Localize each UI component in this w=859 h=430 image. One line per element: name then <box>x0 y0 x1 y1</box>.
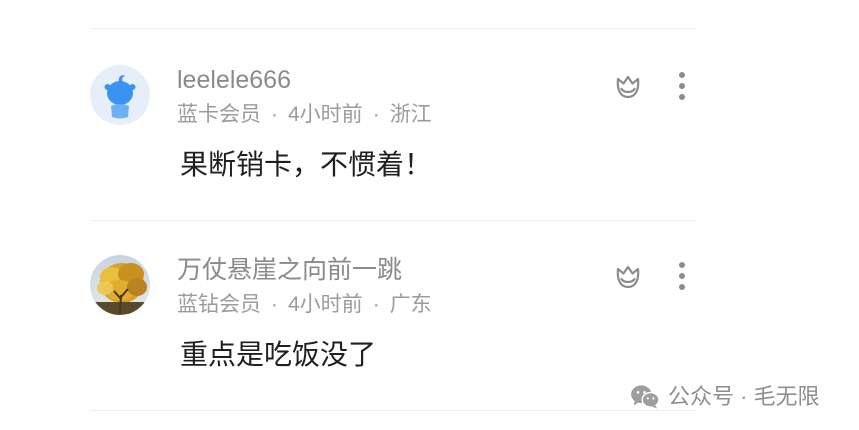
more-vertical-icon <box>679 72 685 100</box>
comment-meta: 蓝卡会员 · 4小时前 · 浙江 <box>177 101 432 129</box>
watermark-text: 公众号 · 毛无限 <box>668 384 820 409</box>
meta-separator: · <box>372 293 380 316</box>
wechat-icon <box>631 385 660 409</box>
mascot-avatar-image <box>90 65 150 125</box>
comment-location: 浙江 <box>389 103 432 126</box>
user-avatar[interactable] <box>90 255 150 315</box>
more-vertical-icon <box>679 262 685 290</box>
comment-item: 万仗悬崖之向前一跳 蓝钻会员 · 4小时前 · 广东 重点是吃饭没了 <box>0 190 859 380</box>
like-icon <box>616 265 640 289</box>
membership-label: 蓝钻会员 <box>177 293 261 316</box>
meta-separator: · <box>271 103 278 126</box>
comment-location: 广东 <box>389 293 432 316</box>
username[interactable]: 万仗悬崖之向前一跳 <box>177 254 402 286</box>
like-button[interactable] <box>613 70 643 102</box>
comment-meta: 蓝钻会员 · 4小时前 · 广东 <box>177 291 432 319</box>
comment-text: 重点是吃饭没了 <box>180 339 377 370</box>
meta-separator: · <box>271 293 278 316</box>
comment-time: 4小时前 <box>288 293 363 316</box>
watermark: 公众号 · 毛无限 <box>630 382 820 412</box>
membership-label: 蓝卡会员 <box>177 103 261 126</box>
like-button[interactable] <box>613 260 643 292</box>
username[interactable]: leelele666 <box>177 64 291 96</box>
divider <box>90 410 697 411</box>
meta-separator: · <box>372 103 380 126</box>
more-options-button[interactable] <box>672 260 692 292</box>
tree-photo-avatar-image <box>90 255 150 315</box>
user-avatar[interactable] <box>90 65 150 125</box>
comment-text: 果断销卡，不惯着！ <box>180 149 433 180</box>
comment-time: 4小时前 <box>288 103 363 126</box>
comment-item: leelele666 蓝卡会员 · 4小时前 · 浙江 果断销卡，不惯着！ <box>0 0 859 190</box>
like-icon <box>616 75 640 99</box>
more-options-button[interactable] <box>672 70 692 102</box>
